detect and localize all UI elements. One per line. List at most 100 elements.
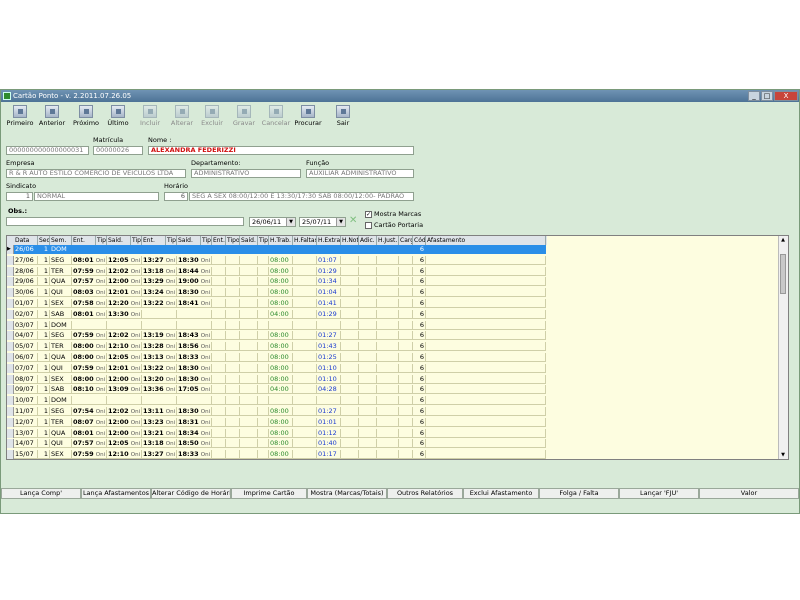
column-header[interactable]: Ent.	[212, 236, 226, 245]
code-field[interactable]: 000000000000000031	[6, 146, 89, 155]
row-indicator[interactable]	[7, 255, 14, 265]
toolbar-button-0[interactable]: Primeiro	[5, 105, 35, 131]
maximize-button[interactable]: □	[761, 91, 773, 101]
table-row[interactable]: 29/06 1 QUA 07:57 Oni 12:00 Oni 13:29 Oni 19:0…	[7, 277, 546, 287]
table-row[interactable]: 06/07 1 QUA 08:00 Oni 12:05 Oni 13:13 Oni 18:3…	[7, 353, 546, 362]
column-header[interactable]: Tipo	[96, 236, 107, 245]
row-indicator[interactable]	[7, 320, 14, 330]
column-header[interactable]: Tipo	[166, 236, 177, 245]
row-indicator[interactable]	[7, 385, 14, 395]
row-indicator[interactable]	[7, 396, 14, 406]
column-header[interactable]: Cód.	[413, 236, 426, 245]
vertical-scrollbar[interactable]: ▲ ▼	[778, 236, 788, 459]
column-header[interactable]: Data	[14, 236, 38, 245]
column-header[interactable]: Ent.	[142, 236, 166, 245]
row-indicator[interactable]	[7, 288, 14, 298]
column-header[interactable]: Saíd.	[107, 236, 131, 245]
column-header[interactable]: Tipo	[131, 236, 142, 245]
table-row[interactable]: 07/07 1 QUI 07:59 Oni 12:01 Oni 13:22 Oni 18:3…	[7, 363, 546, 373]
action-button-0[interactable]: Lança Comp'	[1, 488, 81, 499]
column-header[interactable]: Seq.	[38, 236, 50, 245]
sindicato-field[interactable]: NORMAL	[34, 192, 159, 201]
column-header[interactable]: H.Just.	[377, 236, 399, 245]
table-row[interactable]: 04/07 1 SEG 07:59 Oni 12:02 Oni 13:19 Oni 18:4…	[7, 331, 546, 341]
column-header[interactable]: Sem.	[50, 236, 72, 245]
table-row[interactable]: 28/06 1 TER 07:59 Oni 12:02 Oni 13:18 Oni 18:4…	[7, 266, 546, 276]
action-button-3[interactable]: Imprime Cartão	[231, 488, 307, 499]
table-row[interactable]: 27/06 1 SEG 08:01 Oni 12:05 Oni 13:27 Oni 18:3…	[7, 255, 546, 265]
column-header[interactable]: H.Faltas	[293, 236, 317, 245]
row-indicator[interactable]	[7, 277, 14, 287]
matricula-field[interactable]: 00000026	[93, 146, 143, 155]
column-header[interactable]: Afastamento	[426, 236, 546, 245]
toolbar-button-4[interactable]: Incluir	[135, 105, 165, 131]
row-indicator[interactable]	[7, 353, 14, 362]
column-header[interactable]: Ent.	[72, 236, 96, 245]
table-row[interactable]: 03/07 1 DOM 6	[7, 320, 546, 330]
row-indicator[interactable]	[7, 331, 14, 341]
column-header[interactable]: Tipo	[226, 236, 240, 245]
close-button[interactable]: X	[774, 91, 798, 101]
action-button-8[interactable]: Lançar 'FJU'	[619, 488, 699, 499]
toolbar-button-7[interactable]: Gravar	[229, 105, 259, 131]
column-header[interactable]: H.Not.	[341, 236, 359, 245]
action-button-4[interactable]: Mostra (Marcas/Totais)	[307, 488, 387, 499]
action-button-6[interactable]: Exclui Afastamento	[463, 488, 539, 499]
horario-number[interactable]: 6	[164, 192, 188, 201]
toolbar-button-5[interactable]: Alterar	[167, 105, 197, 131]
empresa-field[interactable]: R & R AUTO ESTILO COMÉRCIO DE VEÍCULOS L…	[6, 169, 186, 178]
table-row[interactable]: 14/07 1 QUI 07:57 Oni 12:05 Oni 13:18 Oni 18:5…	[7, 439, 546, 449]
table-row[interactable]: 09/07 1 SAB 08:10 Oni 13:09 Oni 13:36 Oni 17:0…	[7, 385, 546, 395]
row-indicator[interactable]	[7, 439, 14, 449]
column-header[interactable]: Adic.	[359, 236, 377, 245]
row-indicator[interactable]	[7, 417, 14, 427]
row-indicator[interactable]	[7, 342, 14, 352]
column-header[interactable]: Carga	[399, 236, 413, 245]
refresh-icon[interactable]: ✕	[349, 215, 360, 227]
table-row[interactable]: 08/07 1 SEX 08:00 Oni 12:00 Oni 13:20 Oni 18:3…	[7, 374, 546, 384]
sindicato-number[interactable]: 1	[6, 192, 33, 201]
column-header[interactable]: H.Trab.	[269, 236, 293, 245]
column-header[interactable]: Tipo	[258, 236, 269, 245]
row-indicator[interactable]	[7, 428, 14, 438]
toolbar-button-1[interactable]: Anterior	[37, 105, 67, 131]
toolbar-button-2[interactable]: Próximo	[71, 105, 101, 131]
table-row[interactable]: 05/07 1 TER 08:00 Oni 12:10 Oni 13:28 Oni 18:5…	[7, 342, 546, 352]
action-button-9[interactable]: Valor	[699, 488, 799, 499]
column-header[interactable]: Tipo	[201, 236, 212, 245]
departamento-field[interactable]: ADMINISTRATIVO	[191, 169, 301, 178]
action-button-7[interactable]: Folga / Falta	[539, 488, 619, 499]
toolbar-button-9[interactable]: Procurar	[293, 105, 323, 131]
action-button-5[interactable]: Outros Relatórios	[387, 488, 463, 499]
scroll-up-icon[interactable]: ▲	[780, 237, 786, 243]
row-pointer-icon[interactable]: ▶	[7, 245, 14, 254]
row-indicator[interactable]	[7, 363, 14, 373]
table-row[interactable]: 10/07 1 DOM 6	[7, 396, 546, 406]
row-indicator[interactable]	[7, 299, 14, 308]
obs-field[interactable]	[6, 217, 244, 226]
column-header[interactable]: H.Extras	[317, 236, 341, 245]
mostra-marcas-checkbox[interactable]: ✓	[365, 211, 372, 218]
funcao-field[interactable]: AUXILIAR ADMINISTRATIVO	[306, 169, 414, 178]
date-to-select[interactable]: 25/07/11 ▼	[299, 217, 346, 227]
table-row[interactable]: 30/06 1 QUI 08:03 Oni 12:01 Oni 13:24 Oni 18:3…	[7, 288, 546, 298]
table-row[interactable]: 01/07 1 SEX 07:58 Oni 12:20 Oni 13:22 Oni 18:4…	[7, 299, 546, 308]
action-button-1[interactable]: Lança Afastamentos	[81, 488, 151, 499]
toolbar-button-6[interactable]: Excluir	[197, 105, 227, 131]
row-indicator[interactable]	[7, 374, 14, 384]
chevron-down-icon[interactable]: ▼	[286, 218, 295, 226]
horario-field[interactable]: SEG A SEX 08:00/12:00 E 13:30/17:30 SAB …	[189, 192, 414, 201]
row-indicator[interactable]	[7, 407, 14, 416]
toolbar-button-8[interactable]: Cancelar	[261, 105, 291, 131]
table-row[interactable]: ▶ 26/06 1 DOM 6	[7, 245, 546, 254]
table-row[interactable]: 15/07 1 SEX 07:59 Oni 12:10 Oni 13:27 Oni 18:3…	[7, 450, 546, 459]
row-indicator[interactable]	[7, 266, 14, 276]
scroll-down-icon[interactable]: ▼	[780, 452, 786, 458]
table-row[interactable]: 12/07 1 TER 08:07 Oni 12:00 Oni 13:23 Oni 18:3…	[7, 417, 546, 427]
row-indicator[interactable]	[7, 450, 14, 459]
scroll-thumb[interactable]	[780, 254, 786, 294]
date-from-select[interactable]: 26/06/11 ▼	[249, 217, 296, 227]
table-row[interactable]: 02/07 1 SAB 08:01 Oni 13:30 Oni 04:00 01:29 6	[7, 309, 546, 319]
chevron-down-icon[interactable]: ▼	[336, 218, 345, 226]
toolbar-button-3[interactable]: Último	[103, 105, 133, 131]
